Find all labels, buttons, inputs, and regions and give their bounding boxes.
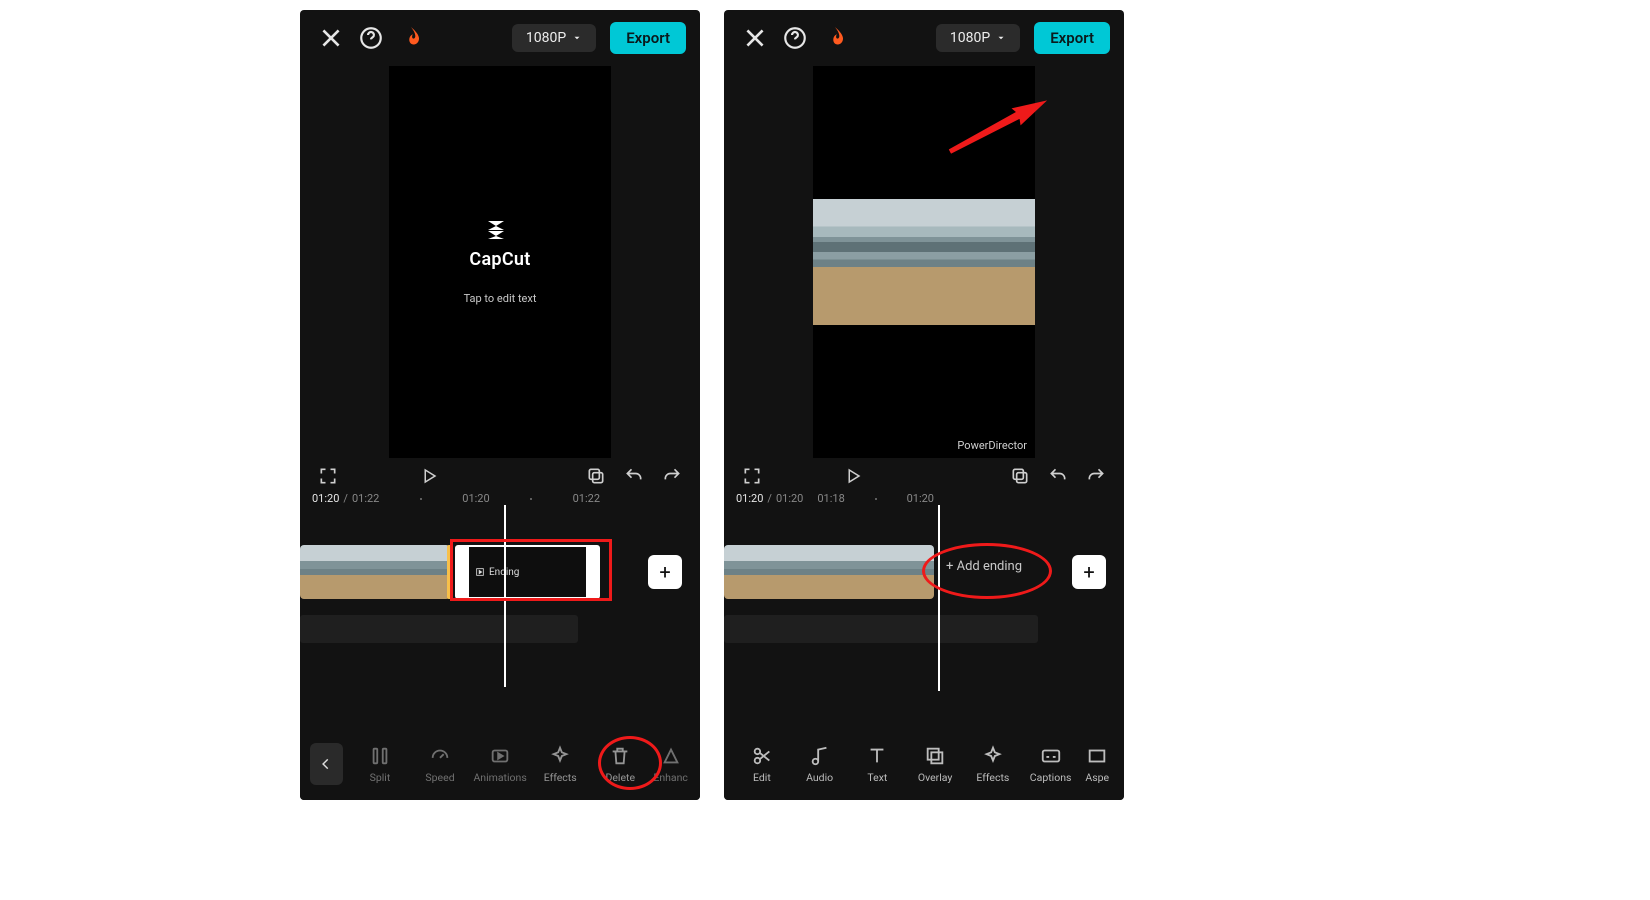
add-clip-button[interactable]: + xyxy=(648,555,682,589)
speedometer-icon xyxy=(429,745,451,767)
enhance-icon xyxy=(660,745,682,767)
overlay-icon xyxy=(924,745,946,767)
tool-edit[interactable]: Edit xyxy=(734,745,790,784)
aspect-icon xyxy=(1086,745,1108,767)
timeline[interactable]: Ending + xyxy=(300,509,700,699)
music-note-icon xyxy=(809,745,831,767)
layers-icon[interactable] xyxy=(1010,466,1030,486)
fullscreen-icon[interactable] xyxy=(742,466,762,486)
transport-controls xyxy=(300,458,700,490)
playhead[interactable] xyxy=(504,505,506,687)
audio-track-placeholder[interactable] xyxy=(300,615,578,643)
preview-subtext[interactable]: Tap to edit text xyxy=(464,292,537,305)
timecode-tick: 01:22 xyxy=(573,492,600,505)
animations-icon xyxy=(489,745,511,767)
export-button[interactable]: Export xyxy=(1034,22,1110,54)
play-button[interactable] xyxy=(844,467,862,485)
bottom-toolbar: Edit Audio Text Overlay Effects Captions xyxy=(724,728,1124,800)
tool-effects[interactable]: Effects xyxy=(965,745,1021,784)
tool-speed[interactable]: Speed xyxy=(411,745,469,784)
timecode-total: 01:22 xyxy=(352,492,379,505)
add-ending-button[interactable]: + Add ending xyxy=(946,559,1022,574)
resolution-label: 1080P xyxy=(950,30,990,46)
tool-aspect[interactable]: Aspe xyxy=(1081,745,1114,784)
close-icon[interactable] xyxy=(318,25,344,51)
tool-animations[interactable]: Animations xyxy=(471,745,529,784)
tool-overlay[interactable]: Overlay xyxy=(907,745,963,784)
chevron-down-icon xyxy=(996,33,1006,43)
help-icon[interactable] xyxy=(782,25,808,51)
chevron-down-icon xyxy=(572,33,582,43)
playhead[interactable] xyxy=(938,505,940,691)
capcut-editor-screen-left: 1080P Export CapCut Tap to edit text xyxy=(300,10,700,800)
clip-handle-left[interactable] xyxy=(457,547,469,597)
bottom-toolbar: Split Speed Animations Effects Delete En… xyxy=(300,728,700,800)
layers-icon[interactable] xyxy=(586,466,606,486)
sparkle-icon xyxy=(549,745,571,767)
redo-icon[interactable] xyxy=(662,466,682,486)
help-icon[interactable] xyxy=(358,25,384,51)
text-icon xyxy=(866,745,888,767)
ending-badge-icon xyxy=(475,567,485,577)
video-frame xyxy=(813,199,1035,325)
timecode-current: 01:20 xyxy=(312,492,339,505)
redo-icon[interactable] xyxy=(1086,466,1106,486)
tool-enhance[interactable]: Enhanc xyxy=(651,745,690,784)
timecode-tick: 01:20 xyxy=(907,492,934,505)
video-preview[interactable]: CapCut Tap to edit text xyxy=(389,66,611,458)
video-clip[interactable] xyxy=(300,545,450,599)
clip-handle-right[interactable] xyxy=(586,547,598,597)
timecode-tick: 01:18 xyxy=(817,492,844,505)
top-bar: 1080P Export xyxy=(300,10,700,66)
watermark-text: PowerDirector xyxy=(957,439,1027,452)
video-track[interactable]: Ending + xyxy=(300,545,700,599)
close-icon[interactable] xyxy=(742,25,768,51)
tool-audio[interactable]: Audio xyxy=(792,745,848,784)
video-track[interactable]: + Add ending + xyxy=(724,545,1124,599)
timecode-row: 01:20 / 01:22 01:20 01:22 xyxy=(300,490,700,509)
scissors-icon xyxy=(751,745,773,767)
sparkle-icon xyxy=(982,745,1004,767)
fullscreen-icon[interactable] xyxy=(318,466,338,486)
toolbar-back-button[interactable] xyxy=(310,743,343,785)
video-clip[interactable] xyxy=(724,545,934,599)
undo-icon[interactable] xyxy=(624,466,644,486)
capcut-mark-icon xyxy=(469,219,530,247)
resolution-dropdown[interactable]: 1080P xyxy=(936,24,1020,52)
undo-icon[interactable] xyxy=(1048,466,1068,486)
capcut-logo: CapCut xyxy=(469,219,530,270)
capcut-editor-screen-right: 1080P Export PowerDirector xyxy=(724,10,1124,800)
timecode-tick: 01:20 xyxy=(462,492,489,505)
transport-controls xyxy=(724,458,1124,490)
resolution-label: 1080P xyxy=(526,30,566,46)
export-button[interactable]: Export xyxy=(610,22,686,54)
tool-delete[interactable]: Delete xyxy=(591,745,649,784)
play-button[interactable] xyxy=(420,467,438,485)
tool-split[interactable]: Split xyxy=(351,745,409,784)
trash-icon xyxy=(609,745,631,767)
ending-clip[interactable]: Ending xyxy=(455,545,600,599)
add-clip-button[interactable]: + xyxy=(1072,555,1106,589)
capcut-wordmark: CapCut xyxy=(469,249,530,270)
captions-icon xyxy=(1040,745,1062,767)
clip-edge-handle[interactable] xyxy=(447,545,453,599)
tool-effects[interactable]: Effects xyxy=(531,745,589,784)
timeline[interactable]: + Add ending + xyxy=(724,509,1124,699)
top-bar: 1080P Export xyxy=(724,10,1124,66)
audio-track-placeholder[interactable] xyxy=(724,615,1038,643)
timecode-current: 01:20 xyxy=(736,492,763,505)
timecode-row: 01:20 / 01:20 01:18 01:20 xyxy=(724,490,1124,509)
tool-text[interactable]: Text xyxy=(850,745,906,784)
timecode-total: 01:20 xyxy=(776,492,803,505)
split-icon xyxy=(369,745,391,767)
flame-icon[interactable] xyxy=(822,25,848,51)
tool-captions[interactable]: Captions xyxy=(1023,745,1079,784)
flame-icon[interactable] xyxy=(398,25,424,51)
video-preview[interactable]: PowerDirector xyxy=(813,66,1035,458)
resolution-dropdown[interactable]: 1080P xyxy=(512,24,596,52)
